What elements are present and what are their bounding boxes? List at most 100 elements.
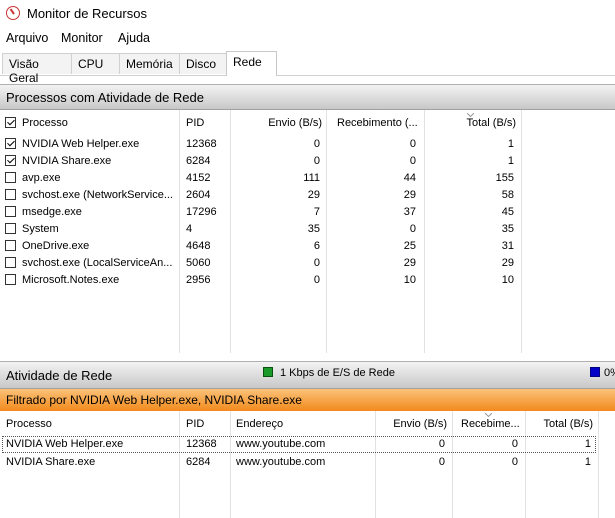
process-total: 1 [584, 438, 591, 450]
process-send: 29 [307, 189, 320, 201]
process-pid: 6284 [186, 456, 211, 468]
network-header-row: Processo PID Endereço Envio (B/s) Recebi… [0, 413, 615, 434]
network-io-label: 1 Kbps de E/S de Rede [280, 367, 395, 379]
process-send: 111 [303, 172, 320, 184]
process-recv: 44 [403, 172, 416, 184]
process-pid: 12368 [186, 138, 217, 150]
tab-strip: Visão Geral CPU Memória Disco Rede [0, 51, 615, 85]
row-checkbox[interactable] [5, 189, 16, 200]
tab-visao-geral[interactable]: Visão Geral [2, 53, 72, 85]
process-total: 35 [501, 223, 514, 235]
process-total: 58 [501, 189, 514, 201]
process-recv: 29 [403, 189, 416, 201]
network-usage-label: 0% [604, 367, 615, 379]
table-row[interactable]: svchost.exe (NetworkService... 2604 29 2… [0, 187, 615, 204]
process-total: 155 [495, 172, 514, 184]
col-header-total[interactable]: Total (B/s) [527, 418, 593, 430]
row-checkbox[interactable] [5, 274, 16, 285]
table-row[interactable]: System 4 35 0 35 [0, 221, 615, 238]
process-name: NVIDIA Share.exe [6, 456, 96, 468]
table-row[interactable]: NVIDIA Share.exe 6284 www.youtube.com 0 … [0, 454, 615, 471]
process-name: NVIDIA Web Helper.exe [6, 438, 124, 450]
row-checkbox[interactable] [5, 240, 16, 251]
process-address: www.youtube.com [236, 456, 326, 468]
sort-descending-icon [467, 113, 474, 117]
col-header-recebimento[interactable]: Recebime... [461, 418, 523, 430]
process-pid: 17296 [186, 206, 217, 218]
process-name: OneDrive.exe [22, 240, 90, 252]
process-pid: 12368 [186, 438, 217, 450]
col-header-processo[interactable]: Processo [22, 117, 68, 129]
col-header-processo[interactable]: Processo [6, 418, 52, 430]
table-row[interactable]: NVIDIA Web Helper.exe 12368 0 0 1 [0, 136, 615, 153]
table-row[interactable]: msedge.exe 17296 7 37 45 [0, 204, 615, 221]
process-recv: 37 [403, 206, 416, 218]
process-name: Microsoft.Notes.exe [22, 274, 120, 286]
col-header-pid[interactable]: PID [186, 418, 204, 430]
process-total: 45 [501, 206, 514, 218]
col-header-endereco[interactable]: Endereço [236, 418, 283, 430]
processes-section-header[interactable]: Processos com Atividade de Rede [0, 84, 615, 110]
tab-memoria[interactable]: Memória [119, 53, 180, 74]
processes-table: Processo PID Envio (B/s) Recebimento (..… [0, 110, 615, 353]
table-row[interactable]: Microsoft.Notes.exe 2956 0 10 10 [0, 272, 615, 289]
table-row[interactable]: avp.exe 4152 111 44 155 [0, 170, 615, 187]
window-title: Monitor de Recursos [27, 6, 147, 21]
row-checkbox[interactable] [5, 155, 16, 166]
col-header-recebimento[interactable]: Recebimento (... [337, 117, 423, 129]
process-recv: 0 [409, 223, 416, 235]
tab-disco[interactable]: Disco [179, 53, 227, 74]
process-pid: 4648 [186, 240, 211, 252]
resource-monitor-icon [6, 6, 20, 20]
col-header-envio[interactable]: Envio (B/s) [232, 117, 322, 129]
table-row[interactable]: svchost.exe (LocalServiceAn... 5060 0 29… [0, 255, 615, 272]
network-activity-table: Processo PID Endereço Envio (B/s) Recebi… [0, 411, 615, 518]
row-checkbox[interactable] [5, 223, 16, 234]
process-recv: 0 [409, 155, 416, 167]
process-recv: 29 [403, 257, 416, 269]
process-total: 10 [501, 274, 514, 286]
network-activity-title: Atividade de Rede [6, 368, 113, 383]
process-name: NVIDIA Share.exe [22, 155, 112, 167]
process-send: 0 [438, 456, 445, 468]
processes-section-title: Processos com Atividade de Rede [6, 90, 204, 105]
process-pid: 2956 [186, 274, 211, 286]
process-send: 7 [313, 206, 320, 218]
process-send: 0 [313, 138, 320, 150]
col-header-pid[interactable]: PID [186, 117, 204, 129]
col-header-total[interactable]: Total (B/s) [426, 117, 516, 129]
process-address: www.youtube.com [236, 438, 326, 450]
filter-bar: Filtrado por NVIDIA Web Helper.exe, NVID… [0, 389, 615, 411]
row-checkbox[interactable] [5, 206, 16, 217]
process-total: 29 [501, 257, 514, 269]
process-send: 0 [438, 438, 445, 450]
col-header-envio[interactable]: Envio (B/s) [377, 418, 447, 430]
process-recv: 0 [409, 138, 416, 150]
row-checkbox[interactable] [5, 138, 16, 149]
process-name: svchost.exe (NetworkService... [22, 189, 173, 201]
process-recv: 0 [511, 438, 518, 450]
process-pid: 6284 [186, 155, 211, 167]
process-recv: 0 [511, 456, 518, 468]
menu-monitor[interactable]: Monitor [61, 31, 103, 45]
table-row[interactable]: NVIDIA Web Helper.exe 12368 www.youtube.… [2, 436, 596, 453]
process-send: 0 [313, 257, 320, 269]
sort-descending-icon [485, 413, 492, 417]
row-checkbox[interactable] [5, 257, 16, 268]
menu-ajuda[interactable]: Ajuda [118, 31, 150, 45]
table-row[interactable]: NVIDIA Share.exe 6284 0 0 1 [0, 153, 615, 170]
process-send: 6 [313, 240, 320, 252]
table-row[interactable]: OneDrive.exe 4648 6 25 31 [0, 238, 615, 255]
tab-rede[interactable]: Rede [226, 51, 277, 76]
processes-header-row: Processo PID Envio (B/s) Recebimento (..… [0, 113, 615, 134]
process-send: 35 [307, 223, 320, 235]
process-send: 0 [313, 155, 320, 167]
tab-cpu[interactable]: CPU [71, 53, 120, 74]
select-all-checkbox[interactable] [5, 117, 16, 128]
menu-bar: Arquivo Monitor Ajuda [0, 29, 615, 49]
menu-arquivo[interactable]: Arquivo [6, 31, 48, 45]
network-io-legend-swatch [263, 367, 273, 377]
network-usage-legend-swatch [590, 367, 600, 377]
process-recv: 25 [403, 240, 416, 252]
row-checkbox[interactable] [5, 172, 16, 183]
